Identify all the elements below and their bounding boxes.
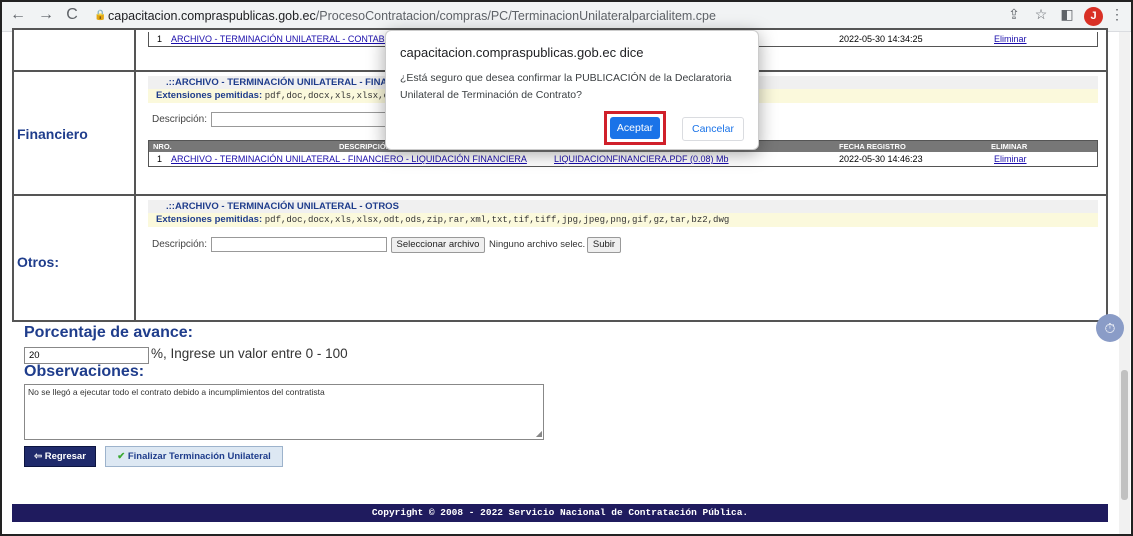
lock-icon: 🔒 <box>94 10 107 21</box>
floating-timer-icon[interactable]: ⏱ <box>1096 314 1124 342</box>
back-nav-icon[interactable]: ← <box>8 6 28 24</box>
section-label-financiero: Financiero <box>17 126 88 142</box>
select-file-button[interactable]: Seleccionar archivo <box>391 237 485 253</box>
no-file-text: Ninguno archivo selec. <box>489 239 586 250</box>
back-button-label: Regresar <box>44 451 86 462</box>
percentage-hint: %, Ingrese un valor entre 0 - 100 <box>151 346 348 361</box>
row-nro: 1 <box>157 34 163 44</box>
section-otros-inner: .::ARCHIVO - TERMINACIÓN UNILATERAL - OT… <box>134 196 1106 320</box>
observaciones-heading: Observaciones: <box>24 363 145 380</box>
ext-label: Extensiones pemitidas: <box>156 90 263 101</box>
finish-button-label: Finalizar Terminación Unilateral <box>127 451 271 462</box>
finish-termination-button[interactable]: ✔ Finalizar Terminación Unilateral <box>105 446 283 467</box>
scrollbar-thumb[interactable] <box>1121 370 1128 500</box>
desc-input-otros[interactable] <box>211 237 387 252</box>
accept-button[interactable]: Aceptar <box>610 117 660 139</box>
desc-input-financiero[interactable] <box>211 112 387 127</box>
observaciones-textarea[interactable]: No se llegó a ejecutar todo el contrato … <box>24 384 544 440</box>
ext-values: pdf,doc,docx,xls,xlsx,odt,ods,zip,rar,xm… <box>264 215 730 225</box>
th-fecha: FECHA REGISTRO <box>839 142 906 151</box>
ext-values: pdf,doc,docx,xls,xlsx,o <box>264 91 389 101</box>
row-archivo-link[interactable]: ARCHIVO - TERMINACIÓN UNILATERAL - CONTA… <box>171 34 392 44</box>
checkmark-icon: ✔ <box>117 451 128 462</box>
back-arrow-icon: ⇦ <box>34 451 45 462</box>
row-nro: 1 <box>157 154 163 164</box>
dialog-title: capacitacion.compraspublicas.gob.ec dice <box>400 45 644 60</box>
sidepanel-icon[interactable]: ◧ <box>1058 6 1076 23</box>
url-domain: capacitacion.compraspublicas.gob.ec <box>108 9 316 23</box>
confirm-dialog: capacitacion.compraspublicas.gob.ec dice… <box>385 30 759 150</box>
row-delete-link[interactable]: Eliminar <box>994 34 1027 44</box>
menu-kebab-icon[interactable]: ⋮ <box>1108 6 1126 23</box>
avance-heading: Porcentaje de avance: <box>24 324 193 341</box>
back-button[interactable]: ⇦ Regresar <box>24 446 96 467</box>
ext-label: Extensiones pemitidas: <box>156 214 263 225</box>
row-fecha: 2022-05-30 14:46:23 <box>839 154 923 164</box>
resize-grip-icon[interactable]: ◢ <box>536 429 542 438</box>
extensions-otros: Extensiones pemitidas: pdf,doc,docx,xls,… <box>148 213 1098 227</box>
section-otros: Otros: .::ARCHIVO - TERMINACIÓN UNILATER… <box>12 194 1108 322</box>
browser-window: ← → C 🔒 capacitacion.compraspublicas.gob.… <box>0 0 1133 536</box>
file-title-otros: .::ARCHIVO - TERMINACIÓN UNILATERAL - OT… <box>148 200 1098 214</box>
th-descripcion: DESCRIPCIÓN <box>339 142 392 151</box>
row-fecha: 2022-05-30 14:34:25 <box>839 34 923 44</box>
dialog-message: ¿Está seguro que desea confirmar la PUBL… <box>400 72 732 101</box>
section-label-otros: Otros: <box>17 254 59 270</box>
percentage-input[interactable]: 20 <box>24 347 149 364</box>
th-nro: NRO. <box>153 142 172 151</box>
profile-avatar[interactable]: J <box>1084 7 1103 26</box>
share-icon[interactable]: ⇪ <box>1005 6 1023 23</box>
page-footer: Copyright © 2008 - 2022 Servicio Naciona… <box>12 504 1108 522</box>
star-icon[interactable]: ☆ <box>1032 6 1050 23</box>
url-path: /ProcesoContratacion/compras/PC/Terminac… <box>315 9 716 23</box>
ok-highlight-box: Aceptar <box>604 111 666 145</box>
address-bar[interactable]: 🔒 capacitacion.compraspublicas.gob.ec/Pro… <box>90 5 990 27</box>
reload-icon[interactable]: C <box>62 6 82 24</box>
th-eliminar: ELIMINAR <box>991 142 1028 151</box>
desc-label-financiero: Descripción: <box>152 114 208 125</box>
forward-nav-icon[interactable]: → <box>36 6 56 24</box>
cancel-button[interactable]: Cancelar <box>682 117 744 141</box>
desc-label-otros: Descripción: <box>152 239 208 250</box>
upload-button[interactable]: Subir <box>587 237 621 253</box>
row-descripcion-link[interactable]: ARCHIVO - TERMINACIÓN UNILATERAL - FINAN… <box>171 154 527 164</box>
table-row: 1 ARCHIVO - TERMINACIÓN UNILATERAL - FIN… <box>149 152 1097 166</box>
observaciones-text: No se llegó a ejecutar todo el contrato … <box>28 387 325 397</box>
row-delete-link[interactable]: Eliminar <box>994 154 1027 164</box>
row-file-link[interactable]: LIQUIDACIONFINANCIERA.PDF (0.08) Mb <box>554 154 729 164</box>
